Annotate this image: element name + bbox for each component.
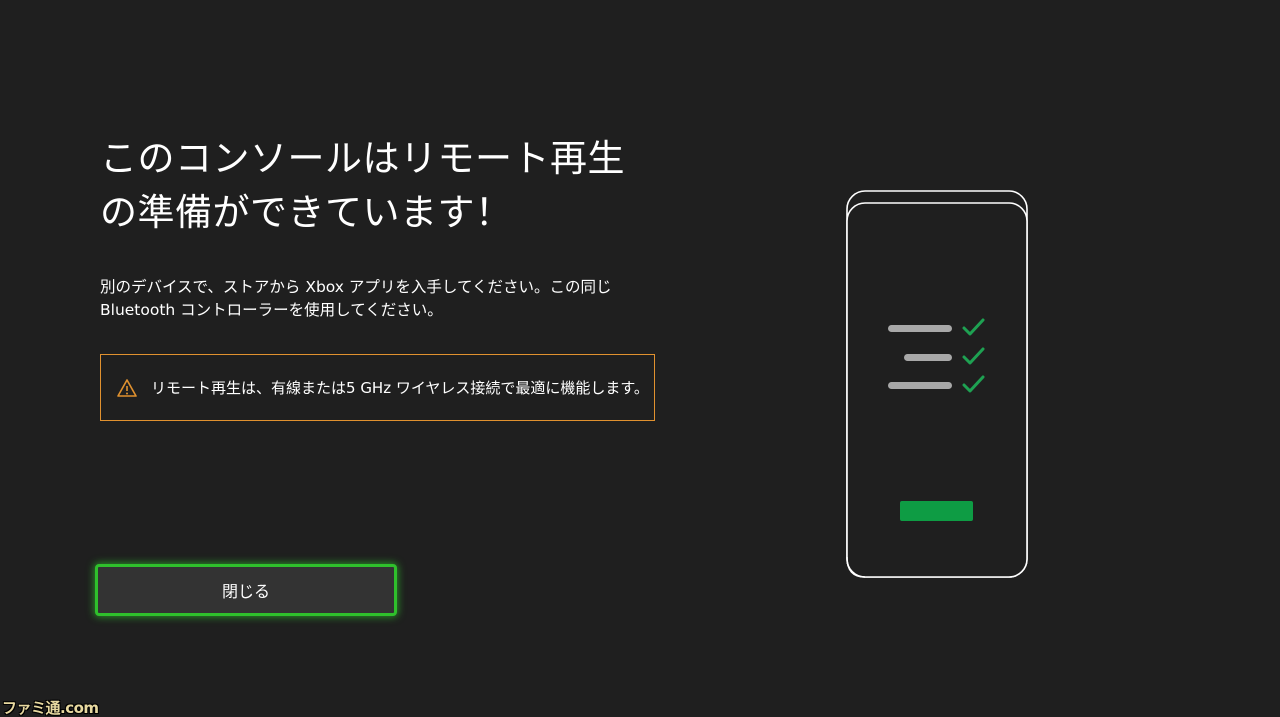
remote-play-ready-screen: このコンソールはリモート再生の準備ができています！ 別のデバイスで、ストアから … [0,0,1280,717]
page-title: このコンソールはリモート再生の準備ができています！ [100,137,625,234]
notice-text: リモート再生は、有線または5 GHz ワイヤレス接続で最適に機能します。 [151,379,649,397]
instructions-text: 別のデバイスで、ストアから Xbox アプリを入手してください。この同じ Blu… [100,278,612,319]
connection-notice: リモート再生は、有線または5 GHz ワイヤレス接続で最適に機能します。 [100,354,655,421]
phone-checklist-icon [840,185,1035,595]
warning-icon [117,378,137,398]
watermark-logo: ファミ通.com [2,699,99,717]
close-button[interactable]: 閉じる [95,564,397,616]
